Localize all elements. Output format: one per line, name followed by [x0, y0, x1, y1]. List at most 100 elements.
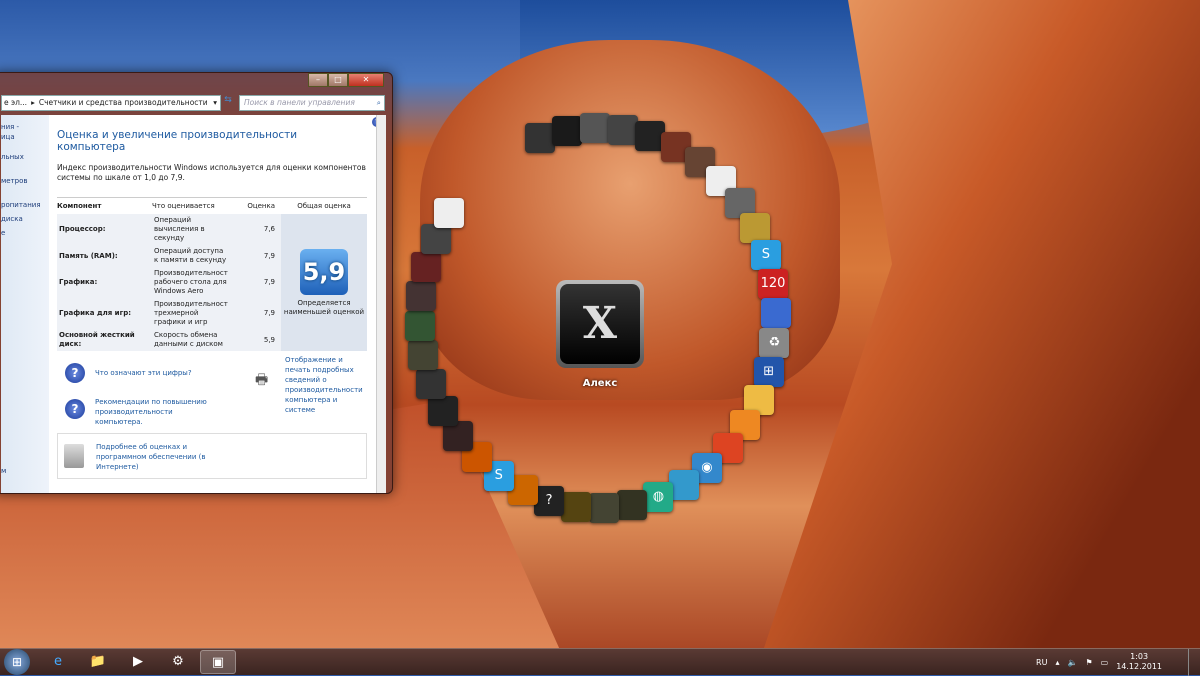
table-row: Процессор: Операций вычисления в секунду 7…: [57, 214, 367, 351]
printer-icon: 🖶: [255, 372, 269, 388]
component-name: Память (RAM):: [57, 245, 152, 267]
score-table: Компонент Что оценивается Оценка Общая о…: [57, 197, 367, 351]
game-icon[interactable]: [580, 113, 611, 144]
mail-icon[interactable]: [668, 469, 699, 500]
game-icon[interactable]: [739, 212, 770, 243]
help-icon: ?: [65, 363, 85, 383]
sidebar-link[interactable]: м: [1, 467, 6, 475]
print-details-link[interactable]: Отображение и печать подробных сведений …: [285, 355, 369, 415]
avatar-letter: X: [560, 284, 640, 364]
network-icon[interactable]: ▭: [1101, 658, 1109, 667]
component-name: Основной жесткий диск:: [57, 329, 152, 351]
column-header: Компонент: [57, 197, 152, 214]
user-avatar[interactable]: X: [556, 280, 644, 368]
game-icon[interactable]: [408, 340, 439, 371]
search-icon[interactable]: ⌕: [377, 96, 381, 110]
game-icon[interactable]: [525, 123, 556, 154]
breadcrumb-current[interactable]: Счетчики и средства производительности: [39, 96, 208, 110]
taskbar-performance[interactable]: ▣: [200, 650, 236, 674]
sidebar-link[interactable]: е: [1, 229, 5, 237]
component-name: Графика:: [57, 267, 152, 298]
what-numbers-link[interactable]: Что означают эти цифры?: [95, 369, 192, 377]
scrollbar[interactable]: [376, 115, 386, 493]
120x-icon[interactable]: 120: [758, 268, 789, 299]
taskbar-internet-explorer[interactable]: e: [40, 650, 76, 674]
refresh-icon[interactable]: ⇆: [221, 95, 235, 111]
user-name: Алекс: [582, 378, 618, 389]
search-input[interactable]: Поиск в панели управления ⌕: [239, 95, 385, 111]
component-name: Графика для игр:: [57, 298, 152, 329]
skype-icon[interactable]: S: [750, 240, 781, 271]
help-icon: ?: [65, 399, 85, 419]
computer-icon[interactable]: [760, 298, 791, 329]
window-controls: – □ ✕: [308, 73, 384, 87]
game-icon[interactable]: [589, 492, 619, 523]
component-description: Производительност трехмерной графики и и…: [152, 298, 230, 329]
component-score: 7,9: [229, 298, 281, 329]
sidebar-link[interactable]: ица: [1, 133, 15, 141]
performance-window: – □ ✕ е эл... ▸ Счетчики и средства произ…: [0, 72, 393, 494]
close-button[interactable]: ✕: [348, 73, 384, 87]
chevron-down-icon[interactable]: ▾: [213, 96, 217, 110]
game-icon[interactable]: [616, 489, 647, 520]
component-score: 7,9: [229, 245, 281, 267]
breadcrumb-separator-icon: ▸: [31, 98, 35, 107]
sidebar-link[interactable]: метров: [1, 177, 28, 185]
component-name: Процессор:: [57, 214, 152, 245]
window-content: ния - ица льных метров ропитания диска е…: [1, 115, 386, 493]
component-description: Скорость обмена данными с диском: [152, 329, 230, 351]
component-score: 7,9: [229, 267, 281, 298]
clock[interactable]: 1:03 14.12.2011: [1116, 652, 1162, 672]
breadcrumb-prev[interactable]: е эл...: [4, 96, 27, 110]
language-indicator[interactable]: RU: [1036, 658, 1047, 667]
windows-icon[interactable]: ⊞: [753, 356, 784, 387]
sidebar-link[interactable]: ния -: [1, 123, 19, 131]
base-score-cell: 5,9 Определяется наименьшей оценкой: [281, 214, 367, 351]
game-icon[interactable]: [607, 114, 638, 145]
game-icon[interactable]: [405, 311, 436, 342]
deus-ex-icon[interactable]: [561, 491, 592, 522]
call-of-duty-icon[interactable]: [416, 368, 447, 399]
system-tray: RU ▴ 🔈 ⚑ ▭ 1:03 14.12.2011: [1036, 648, 1200, 676]
taskbar-explorer[interactable]: 📁: [80, 650, 116, 674]
software-icon: [64, 444, 84, 468]
rank-icon[interactable]: [420, 224, 451, 255]
component-score: 7,6: [229, 214, 281, 245]
taskbar-world-of-tanks[interactable]: ⚙: [160, 650, 196, 674]
column-header: Оценка: [229, 197, 281, 214]
game-icon[interactable]: [411, 252, 442, 283]
component-score: 5,9: [229, 329, 281, 351]
column-header: Общая оценка: [281, 197, 367, 214]
page-description: Индекс производительности Windows исполь…: [57, 163, 366, 182]
component-description: Операций доступа к памяти в секунду: [152, 245, 230, 267]
dead-rising-2-icon[interactable]: [427, 395, 458, 426]
start-button[interactable]: ⊞: [4, 649, 30, 675]
sidebar-link[interactable]: ропитания: [1, 201, 41, 209]
taskbar: ⊞ e 📁 ▶ ⚙ ▣ RU ▴ 🔈 ⚑ ▭ 1:03 14.12.2011: [0, 648, 1200, 676]
column-header: Что оценивается: [152, 197, 230, 214]
help-icon[interactable]: ?: [534, 485, 565, 516]
maximize-button[interactable]: □: [328, 73, 348, 87]
time: 1:03: [1130, 652, 1149, 661]
payday-icon[interactable]: [434, 198, 465, 229]
sidebar-link[interactable]: диска: [1, 215, 23, 223]
tips-link[interactable]: Рекомендации по повышению производительн…: [95, 397, 215, 427]
game-icon[interactable]: [552, 115, 583, 146]
taskbar-media-player[interactable]: ▶: [120, 650, 156, 674]
more-info-box: Подробнее об оценках и программном обесп…: [57, 433, 367, 479]
sidebar-link[interactable]: льных: [1, 153, 24, 161]
more-info-link[interactable]: Подробнее об оценках и программном обесп…: [96, 442, 226, 472]
page-title: Оценка и увеличение производительности к…: [57, 129, 298, 153]
recycle-bin-icon[interactable]: ♻: [759, 327, 790, 358]
volume-icon[interactable]: 🔈: [1067, 658, 1077, 667]
date: 14.12.2011: [1116, 662, 1162, 671]
show-hidden-icon[interactable]: ▴: [1055, 658, 1059, 667]
internet-icon[interactable]: ◍: [643, 481, 674, 512]
game-icon[interactable]: [406, 281, 437, 312]
show-desktop-button[interactable]: [1188, 648, 1200, 676]
minimize-button[interactable]: –: [308, 73, 328, 87]
links-area: ? Что означают эти цифры? ? Рекомендации…: [57, 351, 368, 491]
address-bar[interactable]: е эл... ▸ Счетчики и средства производите…: [1, 95, 221, 111]
action-center-flag-icon[interactable]: ⚑: [1085, 658, 1092, 667]
search-placeholder: Поиск в панели управления: [244, 98, 355, 107]
